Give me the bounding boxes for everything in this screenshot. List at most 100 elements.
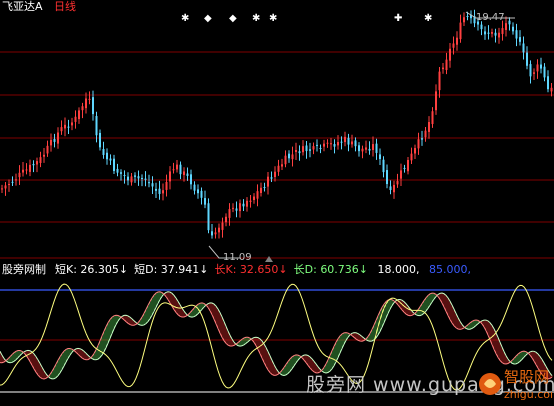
candle-body: [337, 142, 339, 146]
candle-body: [253, 196, 255, 201]
candle-body: [386, 170, 388, 185]
candle-body: [172, 169, 175, 171]
indicator-name: 股旁网制: [2, 263, 46, 276]
logo-sub: zhigu.com: [504, 388, 552, 401]
candle-body: [43, 154, 45, 157]
signal-marker-0: ✱: [181, 13, 189, 24]
candle-body: [50, 139, 52, 146]
candle-body: [326, 142, 329, 144]
candle-body: [211, 231, 213, 236]
signal-marker-2: ◆: [229, 13, 237, 24]
candle-body: [372, 144, 374, 150]
candle-body: [88, 98, 91, 100]
candle-body: [522, 43, 525, 53]
candle-body: [501, 28, 504, 34]
candle-body: [550, 87, 553, 92]
signal-marker-5: ✚: [394, 13, 402, 24]
indicator-value-2: 长K: 32.650↓: [214, 263, 288, 276]
candle-body: [270, 177, 273, 179]
indicator-values: 短K: 26.305↓ 短D: 37.941↓ 长K: 32.650↓ 长D: 60.…: [55, 264, 477, 276]
candle-body: [18, 172, 21, 178]
candle-body: [365, 147, 367, 150]
candle-body: [106, 152, 108, 160]
signal-marker-3: ✱: [252, 13, 260, 24]
candle-body: [515, 30, 518, 39]
candle-body: [295, 150, 297, 152]
candle-body: [400, 170, 402, 179]
candle-body: [242, 203, 245, 207]
candle-body: [46, 145, 49, 154]
candle-body: [340, 141, 343, 143]
watermark-logo: 智股网 zhigu.com: [479, 368, 552, 401]
logo-text: 智股网: [504, 368, 549, 386]
candle-body: [333, 144, 336, 147]
candle-body: [519, 37, 521, 42]
candle-body: [445, 59, 448, 71]
candle-body: [218, 227, 220, 233]
candle-body: [32, 164, 35, 166]
triangle-marker: [265, 256, 273, 262]
signal-marker-6: ✱: [424, 13, 432, 24]
candle-body: [368, 148, 371, 151]
candle-body: [127, 176, 129, 181]
candle-body: [424, 130, 427, 138]
signal-marker-1: ◆: [204, 13, 212, 24]
candle-body: [190, 174, 192, 185]
candle-body: [389, 186, 392, 191]
candle-body: [197, 189, 199, 194]
candle-body: [505, 23, 507, 30]
candle-body: [158, 188, 161, 194]
candle-body: [123, 175, 126, 177]
candle-body: [53, 139, 56, 142]
candle-body: [480, 24, 483, 30]
candle-body: [78, 110, 80, 120]
candle-body: [463, 17, 465, 23]
candle-body: [351, 141, 353, 145]
long-d-line: [0, 291, 553, 380]
candle-body: [536, 64, 539, 72]
candle-body: [165, 182, 168, 190]
candle-body: [305, 145, 308, 152]
candle-body: [529, 64, 532, 77]
chart-window: ✱ ◆ ◆ ✱ ✱ ✚ ✱ 飞亚达A 日线 19.47 11.09 股旁网制 短K: 26.…: [0, 0, 554, 406]
candle-body: [162, 190, 164, 194]
price-chart[interactable]: ✱ ◆ ◆ ✱ ✱ ✚ ✱: [0, 0, 554, 406]
candle-body: [155, 188, 157, 191]
candle-body: [375, 143, 378, 153]
indicator-value-3: 长D: 60.736↓: [293, 263, 369, 276]
candle-body: [67, 126, 70, 128]
candle-body: [141, 177, 143, 179]
candle-body: [99, 132, 101, 148]
candle-body: [410, 153, 413, 161]
candle-body: [214, 232, 217, 235]
candle-body: [428, 122, 430, 132]
candle-body: [284, 155, 287, 165]
candle-body: [533, 72, 535, 74]
candle-body: [498, 32, 500, 38]
candle-body: [235, 208, 238, 211]
candle-body: [421, 138, 423, 140]
candle-body: [246, 200, 248, 207]
candle-body: [60, 127, 63, 132]
candle-body: [57, 132, 59, 144]
candle-body: [74, 116, 77, 122]
candle-body: [113, 158, 115, 171]
candle-body: [204, 198, 206, 205]
candle-body: [151, 183, 154, 187]
candle-body: [4, 185, 7, 189]
candle-body: [116, 168, 119, 173]
candle-body: [25, 169, 28, 171]
candle-body: [393, 184, 395, 193]
candle-body: [312, 146, 315, 150]
candle-body: [249, 200, 252, 203]
candle-body: [491, 31, 493, 34]
candle-body: [435, 91, 437, 111]
candle-body: [134, 175, 136, 177]
candle-body: [274, 171, 276, 177]
candle-body: [207, 203, 210, 231]
candle-body: [361, 148, 364, 152]
candle-body: [232, 207, 234, 209]
candle-body: [144, 178, 147, 180]
candle-body: [330, 143, 332, 145]
candle-body: [260, 187, 262, 194]
